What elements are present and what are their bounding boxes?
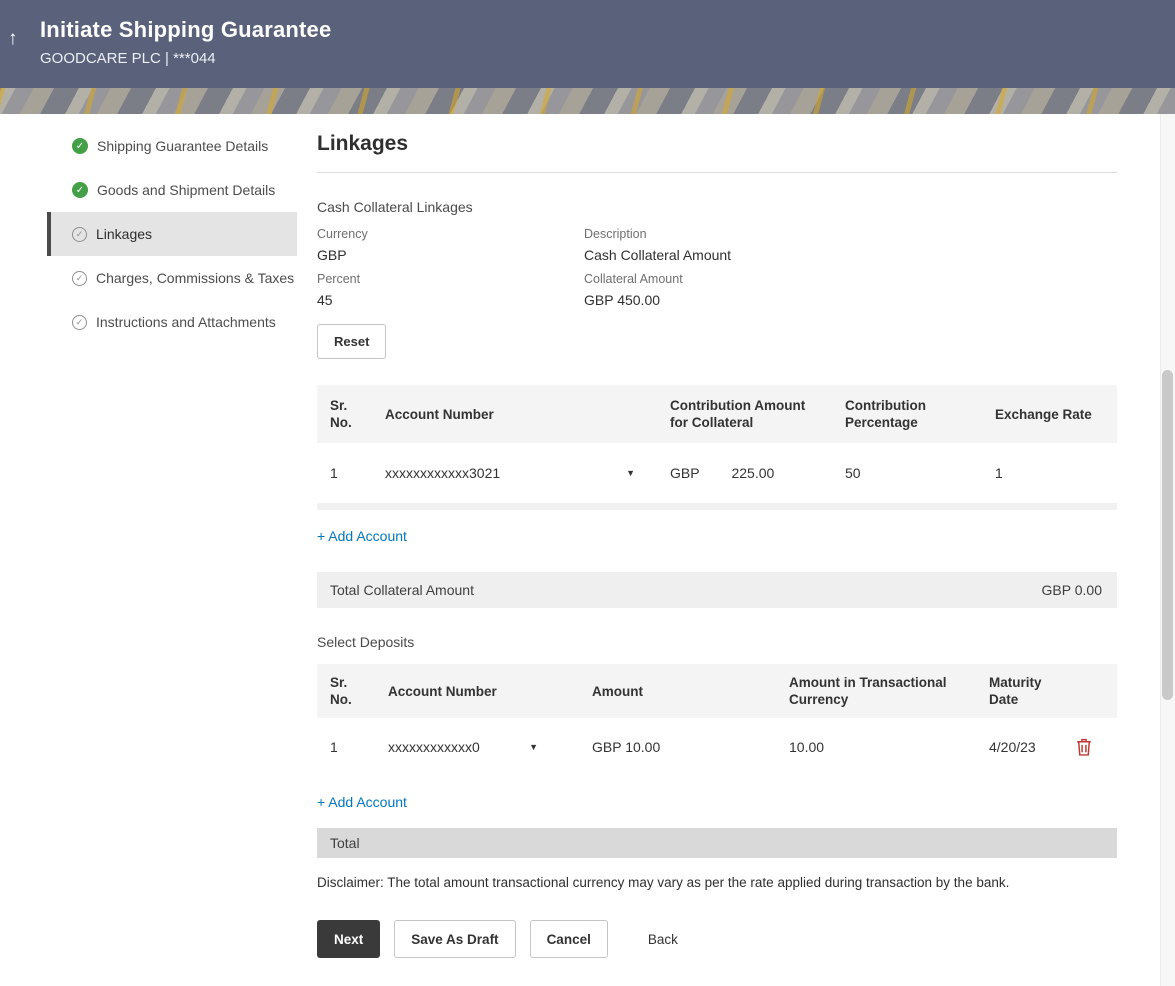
- sidebar-item-label: Shipping Guarantee Details: [97, 138, 268, 154]
- sidebar-item-goods-and-shipment-details[interactable]: ✓ Goods and Shipment Details: [47, 168, 297, 212]
- disclaimer-text: Disclaimer: The total amount transaction…: [317, 875, 1117, 890]
- total-collateral-amount-row: Total Collateral Amount GBP 0.00: [317, 572, 1117, 608]
- currency-value: GBP: [317, 247, 584, 263]
- page-header-title: Initiate Shipping Guarantee: [40, 17, 1175, 43]
- contribution-percentage-input[interactable]: 50: [832, 465, 982, 481]
- select-deposits-section-title: Select Deposits: [317, 634, 1117, 650]
- check-circle-icon: ✓: [72, 182, 88, 198]
- cash-collateral-fields: Currency GBP Description Cash Collateral…: [317, 227, 1117, 308]
- total-collateral-amount-label: Total Collateral Amount: [330, 582, 474, 598]
- description-field: Description Cash Collateral Amount: [584, 227, 1117, 263]
- save-as-draft-button[interactable]: Save As Draft: [394, 920, 515, 958]
- circle-check-outline-icon: ✓: [72, 227, 87, 242]
- cash-collateral-section-title: Cash Collateral Linkages: [317, 199, 1117, 215]
- banner-texture-strip: [0, 88, 1175, 114]
- deposit-account-value: xxxxxxxxxxxx0: [388, 739, 480, 755]
- page-scrollbar-thumb[interactable]: [1162, 370, 1173, 700]
- sidebar-item-shipping-guarantee-details[interactable]: ✓ Shipping Guarantee Details: [47, 124, 297, 168]
- col-header-contribution-percentage: Contribution Percentage: [832, 397, 982, 431]
- contribution-currency-value: GBP: [670, 465, 700, 481]
- deposit-account-dropdown[interactable]: xxxxxxxxxxxx0 ▼: [388, 739, 548, 755]
- collateral-amount-label: Collateral Amount: [584, 272, 1117, 286]
- add-account-link-collateral[interactable]: + Add Account: [317, 528, 407, 544]
- percent-label: Percent: [317, 272, 584, 286]
- circle-check-outline-icon: ✓: [72, 271, 87, 286]
- table-horizontal-scrollbar[interactable]: [317, 503, 1117, 510]
- exchange-rate-value: 1: [982, 465, 1117, 481]
- sidebar-item-linkages[interactable]: ✓ Linkages: [47, 212, 297, 256]
- col-header-amount: Amount: [579, 683, 776, 700]
- deposits-table: Sr. No. Account Number Amount Amount in …: [317, 664, 1117, 776]
- chevron-down-icon: ▼: [529, 742, 538, 752]
- back-arrow-icon[interactable]: ↑: [8, 28, 18, 50]
- collateral-amount-field: Collateral Amount GBP 450.00: [584, 272, 1117, 308]
- account-number-value: xxxxxxxxxxxx3021: [385, 465, 500, 481]
- sidebar-item-label: Charges, Commissions & Taxes: [96, 270, 294, 286]
- percent-value: 45: [317, 292, 584, 308]
- page-header: ↑ Initiate Shipping Guarantee GOODCARE P…: [0, 0, 1175, 88]
- check-circle-icon: ✓: [72, 138, 88, 154]
- percent-field: Percent 45: [317, 272, 584, 308]
- col-header-exchange-rate: Exchange Rate: [982, 406, 1117, 423]
- col-header-contribution-amount: Contribution Amount for Collateral: [657, 397, 832, 431]
- collateral-table-row: 1 xxxxxxxxxxxx3021 ▼ GBP 225.00 50 1: [317, 443, 1117, 503]
- currency-field: Currency GBP: [317, 227, 584, 263]
- col-header-amount-txn-currency: Amount in Transactional Currency: [776, 674, 976, 708]
- chevron-down-icon: ▼: [626, 468, 635, 478]
- deposits-total-label: Total: [330, 835, 360, 851]
- col-header-account-number: Account Number: [375, 683, 579, 700]
- collateral-amount-value: GBP 450.00: [584, 292, 1117, 308]
- deposit-amount-value: GBP 10.00: [579, 739, 776, 755]
- page-header-subtitle: GOODCARE PLC | ***044: [40, 50, 1175, 67]
- collateral-table-header: Sr. No. Account Number Contribution Amou…: [317, 385, 1117, 443]
- delete-row-button[interactable]: [1064, 738, 1104, 756]
- footer-actions: Next Save As Draft Cancel Back: [317, 920, 1117, 958]
- sidebar-item-charges-commissions-taxes[interactable]: ✓ Charges, Commissions & Taxes: [47, 256, 297, 300]
- wizard-steps-sidebar: ✓ Shipping Guarantee Details ✓ Goods and…: [47, 124, 297, 958]
- col-header-account-number: Account Number: [372, 406, 657, 423]
- deposit-amount-txn-value: 10.00: [776, 739, 976, 755]
- contribution-amount-input[interactable]: 225.00: [731, 465, 774, 481]
- description-value: Cash Collateral Amount: [584, 247, 1117, 263]
- total-collateral-amount-value: GBP 0.00: [1042, 582, 1102, 598]
- cancel-button[interactable]: Cancel: [530, 920, 608, 958]
- circle-check-outline-icon: ✓: [72, 315, 87, 330]
- deposit-maturity-date-value: 4/20/23: [976, 739, 1064, 755]
- add-account-link-deposits[interactable]: + Add Account: [317, 794, 407, 810]
- sidebar-item-label: Linkages: [96, 226, 152, 242]
- description-label: Description: [584, 227, 1117, 241]
- next-button[interactable]: Next: [317, 920, 380, 958]
- page-title: Linkages: [317, 132, 1117, 173]
- col-header-sr-no: Sr. No.: [317, 674, 375, 708]
- col-header-maturity-date: Maturity Date: [976, 674, 1064, 708]
- trash-icon: [1076, 738, 1092, 756]
- row-sr-no: 1: [317, 739, 375, 755]
- deposits-table-row: 1 xxxxxxxxxxxx0 ▼ GBP 10.00 10.00 4/20/2…: [317, 718, 1117, 776]
- col-header-sr-no: Sr. No.: [317, 397, 372, 431]
- deposits-total-row: Total: [317, 828, 1117, 858]
- collateral-accounts-table: Sr. No. Account Number Contribution Amou…: [317, 385, 1117, 510]
- sidebar-item-instructions-attachments[interactable]: ✓ Instructions and Attachments: [47, 300, 297, 344]
- sidebar-item-label: Goods and Shipment Details: [97, 182, 275, 198]
- row-sr-no: 1: [317, 465, 372, 481]
- reset-button[interactable]: Reset: [317, 324, 386, 359]
- currency-label: Currency: [317, 227, 584, 241]
- sidebar-item-label: Instructions and Attachments: [96, 314, 276, 330]
- account-number-dropdown[interactable]: xxxxxxxxxxxx3021 ▼: [385, 465, 645, 481]
- deposits-table-header: Sr. No. Account Number Amount Amount in …: [317, 664, 1117, 718]
- back-button[interactable]: Back: [638, 920, 688, 958]
